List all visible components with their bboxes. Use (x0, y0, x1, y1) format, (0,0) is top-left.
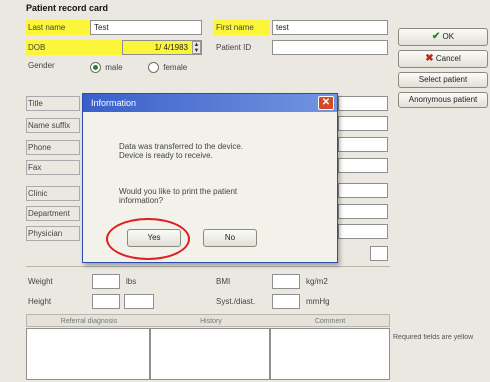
height-input-inches[interactable] (124, 294, 154, 309)
phone-input[interactable] (338, 137, 388, 152)
column-header-referral: Referral diagnosis (60, 318, 118, 325)
anonymous-patient-button[interactable]: Anonymous patient (398, 92, 488, 108)
syst-diast-label: Syst./diast. (216, 297, 256, 306)
patient-id-label: Patient ID (216, 43, 252, 52)
history-input[interactable] (150, 328, 270, 380)
first-name-label: First name (214, 20, 270, 35)
physician-input[interactable] (338, 224, 388, 239)
dialog-titlebar: Information (83, 94, 337, 112)
department-box (26, 206, 80, 221)
patient-id-input[interactable] (272, 40, 388, 55)
select-patient-button[interactable]: Select patient (398, 72, 488, 88)
clinic-box (26, 186, 80, 201)
clinic-input[interactable] (338, 183, 388, 198)
fax-input[interactable] (338, 158, 388, 173)
height-label: Height (28, 297, 52, 306)
cancel-button[interactable]: ✖ Cancel (398, 50, 488, 68)
checkmark-icon: ✔ (431, 31, 441, 42)
dob-input[interactable]: 1/ 4/1983 (122, 40, 202, 55)
cancel-x-icon: ✖ (425, 53, 434, 64)
information-dialog: Information ✕ Data was transferred to th… (82, 93, 338, 263)
syst-diast-input[interactable] (272, 294, 300, 309)
dialog-message-print: Would you like to print the patient info… (119, 187, 238, 205)
window-title: Patient record card (26, 3, 109, 13)
close-icon[interactable]: ✕ (318, 96, 334, 110)
referral-diagnosis-input[interactable] (26, 328, 150, 380)
fax-box (26, 160, 80, 175)
syst-diast-unit: mmHg (306, 297, 330, 306)
table-header: Referral diagnosis History Comment (26, 314, 390, 327)
last-name-label: Last name (26, 20, 90, 35)
ok-button[interactable]: ✔ OK (398, 28, 488, 46)
gender-male-option[interactable]: male (90, 60, 123, 75)
dialog-title: Information (91, 98, 137, 108)
height-input-feet[interactable] (92, 294, 120, 309)
dialog-message-transfer: Data was transferred to the device. Devi… (119, 142, 244, 160)
name-suffix-input[interactable] (338, 116, 388, 131)
phone-box (26, 140, 80, 155)
radio-icon[interactable] (148, 62, 159, 74)
dob-label: DOB (26, 40, 122, 55)
dob-spinner[interactable]: ▲ ▼ (192, 41, 201, 54)
physician-box (26, 226, 80, 241)
radio-selected-icon[interactable] (90, 62, 101, 74)
first-name-input[interactable]: test (272, 20, 388, 35)
department-input[interactable] (338, 204, 388, 219)
column-header-history: History (200, 318, 222, 325)
bmi-unit: kg/m2 (306, 277, 328, 286)
bmi-label: BMI (216, 277, 231, 286)
section-divider (26, 266, 390, 267)
title-input[interactable] (338, 96, 388, 111)
no-button[interactable]: No (203, 229, 257, 247)
highlight-circle (106, 218, 190, 260)
comment-input[interactable] (270, 328, 390, 380)
spin-down-icon[interactable]: ▼ (194, 48, 200, 54)
last-name-input[interactable]: Test (90, 20, 202, 35)
bmi-input[interactable] (272, 274, 300, 289)
required-fields-note: Required fields are yellow (393, 334, 474, 341)
gender-label: Gender (28, 61, 55, 70)
name-suffix-box (26, 118, 80, 133)
column-header-comment: Comment (314, 318, 346, 325)
weight-label: Weight (28, 277, 53, 286)
physician-extra-input[interactable] (370, 246, 388, 261)
weight-input[interactable] (92, 274, 120, 289)
gender-female-option[interactable]: female (148, 60, 187, 75)
title-box (26, 96, 80, 111)
weight-unit: lbs (126, 277, 137, 286)
